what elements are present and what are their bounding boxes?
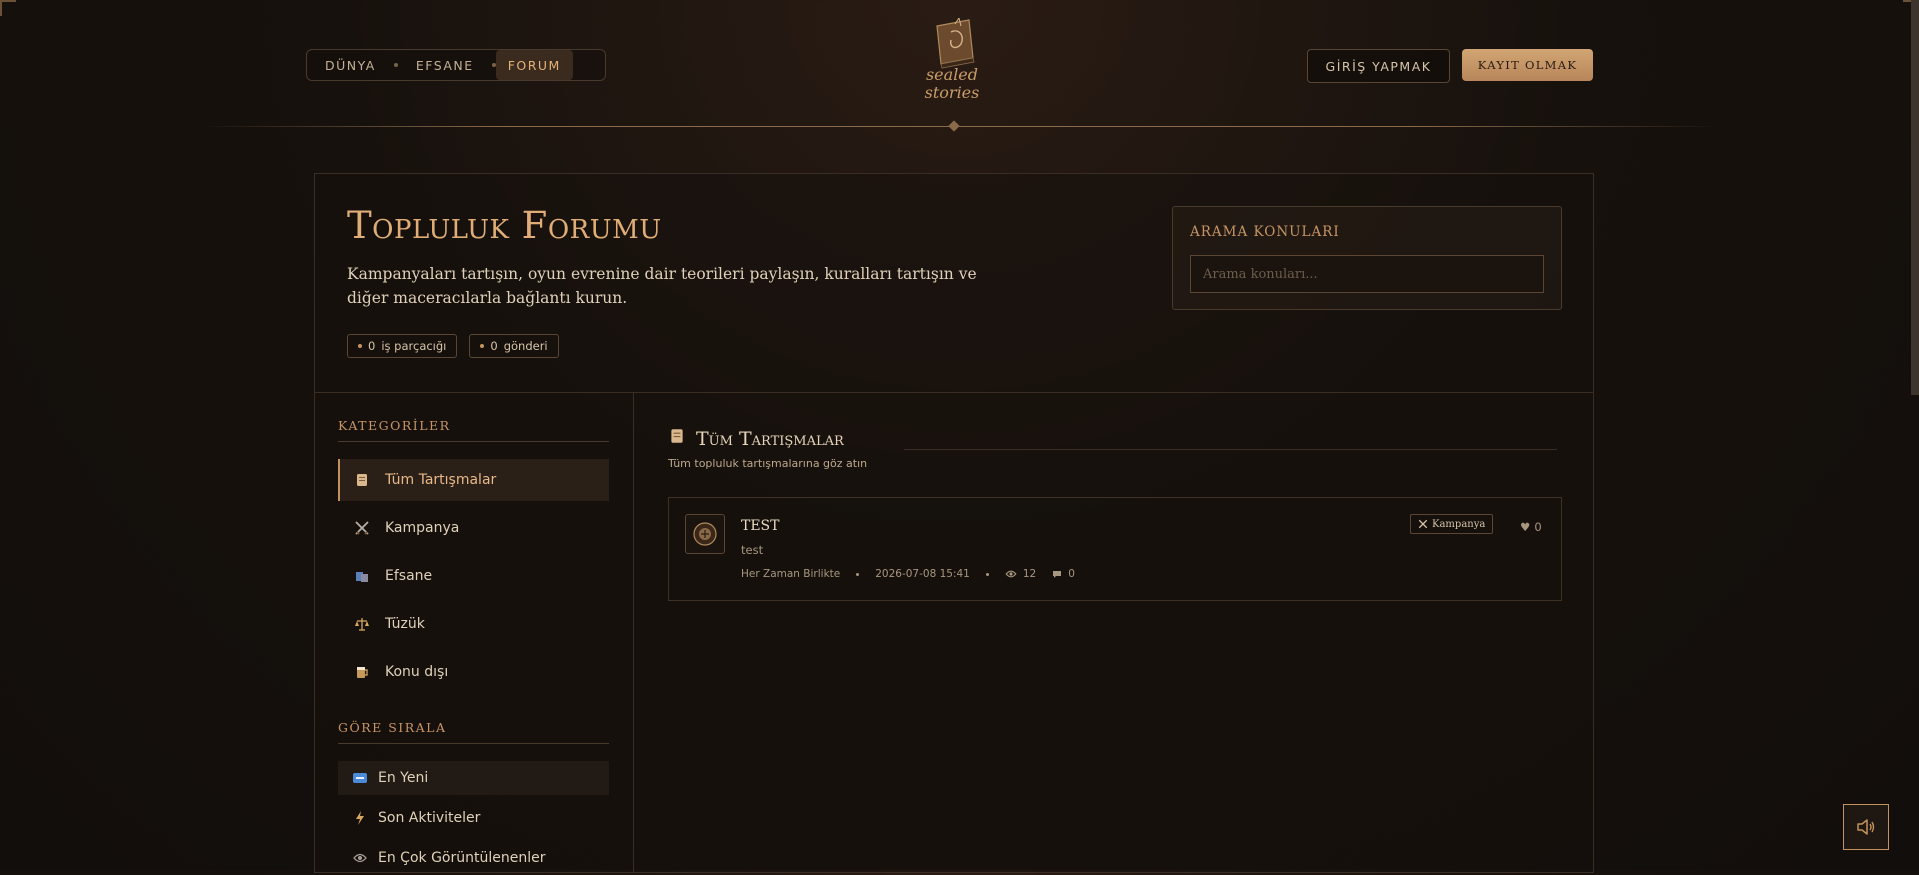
- category-label: Tüzük: [385, 616, 425, 632]
- main-nav: DÜNYA EFSANE FORUM: [306, 49, 606, 81]
- category-badge-label: Kampanya: [1432, 518, 1486, 530]
- category-all-discussions[interactable]: Tüm Tartışmalar: [338, 459, 609, 501]
- books-icon: [353, 567, 371, 585]
- category-kampanya[interactable]: Kampanya: [338, 507, 609, 549]
- sort-label: Son Aktiviteler: [378, 810, 481, 826]
- sort-label: En Çok Görüntülenenler: [378, 850, 546, 866]
- lightning-icon: [352, 810, 368, 826]
- discussion-list: Tüm Tartışmalar Tüm topluluk tartışmalar…: [634, 393, 1592, 873]
- category-label: Konu dışı: [385, 664, 449, 680]
- forum-stats: 0 iş parçacığı 0 gönderi: [347, 334, 559, 358]
- scroll-icon: [668, 427, 686, 450]
- comment-icon: [1053, 570, 1062, 578]
- sort-divider: [338, 743, 609, 744]
- thread-meta: Her Zaman Birlikte 2026-07-08 15:41 12 0: [741, 568, 1075, 580]
- avatar[interactable]: [685, 514, 725, 554]
- post-count-label: gönderi: [503, 339, 548, 353]
- sort-recent-activity[interactable]: Son Aktiviteler: [338, 801, 609, 835]
- login-button[interactable]: GİRİŞ YAPMAK: [1307, 49, 1450, 83]
- post-count: 0: [490, 339, 498, 353]
- dot-icon: [358, 344, 362, 348]
- meta-separator: [856, 572, 860, 576]
- sort-label: En Yeni: [378, 770, 429, 786]
- section-title-text: Tüm Tartışmalar: [696, 427, 844, 450]
- category-badge[interactable]: Kampanya: [1410, 514, 1494, 534]
- category-label: Efsane: [385, 568, 433, 584]
- thread-replies: 0: [1052, 568, 1075, 580]
- book-logo-icon: sealed stories: [925, 16, 980, 102]
- category-label: Tüm Tartışmalar: [385, 472, 497, 488]
- mug-icon: [353, 663, 371, 681]
- page-title: Topluluk Forumu: [347, 204, 662, 247]
- like-count: 0: [1534, 520, 1542, 534]
- category-label: Kampanya: [385, 520, 460, 536]
- like-counter[interactable]: ♥ 0: [1520, 520, 1542, 534]
- categories-divider: [338, 441, 609, 442]
- dot-icon: [480, 344, 485, 348]
- scroll-icon: [353, 471, 371, 489]
- search-panel: ARAMA KONULARI: [1172, 206, 1562, 310]
- thread-count-label: iş parçacığı: [381, 339, 447, 353]
- category-tuzuk[interactable]: Tüzük: [338, 603, 609, 645]
- thread-author[interactable]: Her Zaman Birlikte: [741, 568, 840, 580]
- thread-title[interactable]: TEST: [741, 518, 780, 534]
- forum-panel: Topluluk Forumu Kampanyaları tartışın, o…: [314, 173, 1594, 873]
- thread-count: 0: [368, 339, 376, 353]
- section-title: Tüm Tartışmalar: [668, 427, 844, 450]
- eye-icon: [1005, 570, 1017, 578]
- sidebar: KATEGORİLER Tüm Tartışmalar Kampanya Efs…: [315, 393, 634, 873]
- nav-item-forum[interactable]: FORUM: [495, 50, 573, 80]
- register-button[interactable]: KAYIT OLMAK: [1462, 49, 1593, 81]
- speaker-icon: [1857, 819, 1875, 835]
- thread-views: 12: [1005, 568, 1036, 580]
- categories-heading: KATEGORİLER: [338, 418, 451, 433]
- crossed-swords-icon: [353, 519, 371, 537]
- thread-card[interactable]: TEST test Her Zaman Birlikte 2026-07-08 …: [668, 497, 1562, 601]
- thread-excerpt: test: [741, 543, 764, 557]
- svg-text:stories: stories: [925, 83, 980, 102]
- heart-icon: ♥: [1520, 520, 1531, 534]
- site-header: DÜNYA EFSANE FORUM sealed stories GİRİŞ …: [0, 0, 1919, 132]
- post-count-badge: 0 gönderi: [469, 334, 559, 358]
- search-input[interactable]: [1190, 255, 1544, 293]
- svg-text:sealed: sealed: [926, 65, 978, 84]
- reply-count: 0: [1068, 568, 1075, 580]
- meta-separator: [985, 572, 989, 576]
- new-icon: [352, 770, 368, 786]
- thread-count-badge: 0 iş parçacığı: [347, 334, 458, 358]
- crossed-swords-icon: [1418, 519, 1428, 529]
- category-efsane[interactable]: Efsane: [338, 555, 609, 597]
- page-description: Kampanyaları tartışın, oyun evrenine dai…: [347, 265, 977, 307]
- scales-icon: [353, 615, 371, 633]
- section-subtitle: Tüm topluluk tartışmalarına göz atın: [668, 457, 868, 470]
- page-scrollbar[interactable]: [1911, 0, 1919, 395]
- sound-toggle-button[interactable]: [1843, 804, 1889, 850]
- nav-item-efsane[interactable]: EFSANE: [398, 50, 492, 80]
- nav-item-dunya[interactable]: DÜNYA: [307, 50, 394, 80]
- divider-diamond-icon: [948, 120, 960, 132]
- thread-date: 2026-07-08 15:41: [875, 568, 970, 580]
- eye-icon: [352, 850, 368, 866]
- forum-hero: Topluluk Forumu Kampanyaları tartışın, o…: [315, 174, 1593, 393]
- sort-newest[interactable]: En Yeni: [338, 761, 609, 795]
- avatar-emblem-icon: [693, 522, 717, 546]
- search-label: ARAMA KONULARI: [1190, 224, 1340, 240]
- section-divider: [904, 449, 1557, 450]
- view-count: 12: [1022, 568, 1037, 580]
- site-logo[interactable]: sealed stories: [907, 16, 997, 102]
- sort-heading: GÖRE SIRALA: [338, 720, 447, 735]
- category-konu-disi[interactable]: Konu dışı: [338, 651, 609, 693]
